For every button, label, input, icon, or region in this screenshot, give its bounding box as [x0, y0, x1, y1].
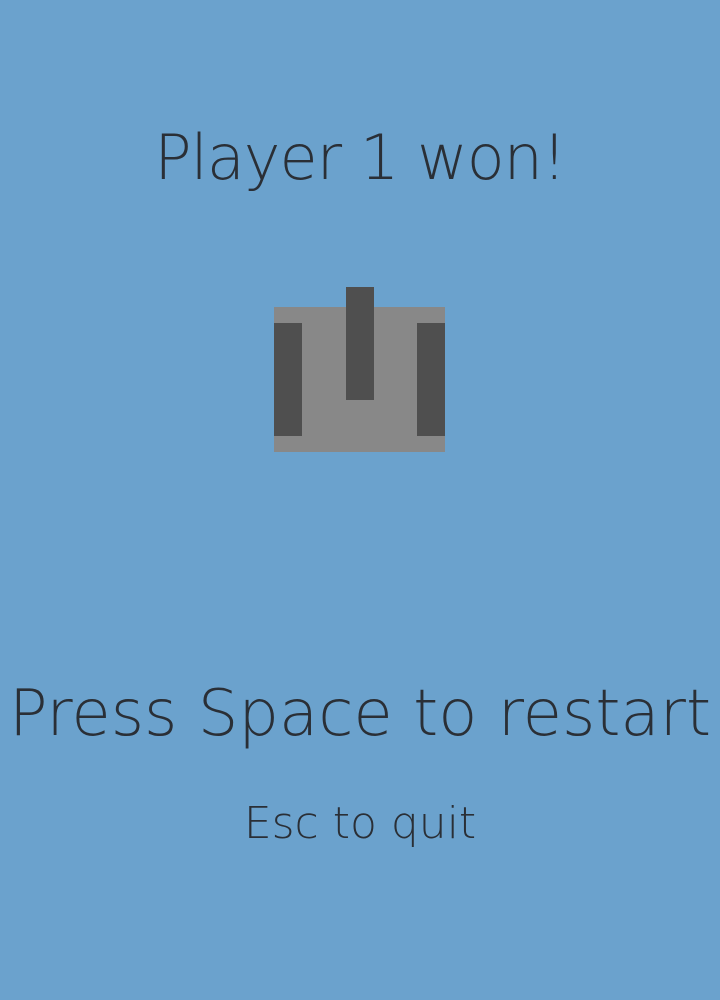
game-over-screen: Player 1 won! Press Space to restart Esc…: [0, 0, 720, 1000]
restart-instruction: Press Space to restart: [8, 677, 712, 751]
tank-icon: [274, 287, 445, 452]
winner-title: Player 1 won!: [154, 121, 567, 194]
quit-instruction: Esc to quit: [243, 798, 477, 849]
tank-left-tread: [274, 323, 302, 436]
tank-barrel: [346, 287, 374, 400]
tank-right-tread: [417, 323, 445, 436]
